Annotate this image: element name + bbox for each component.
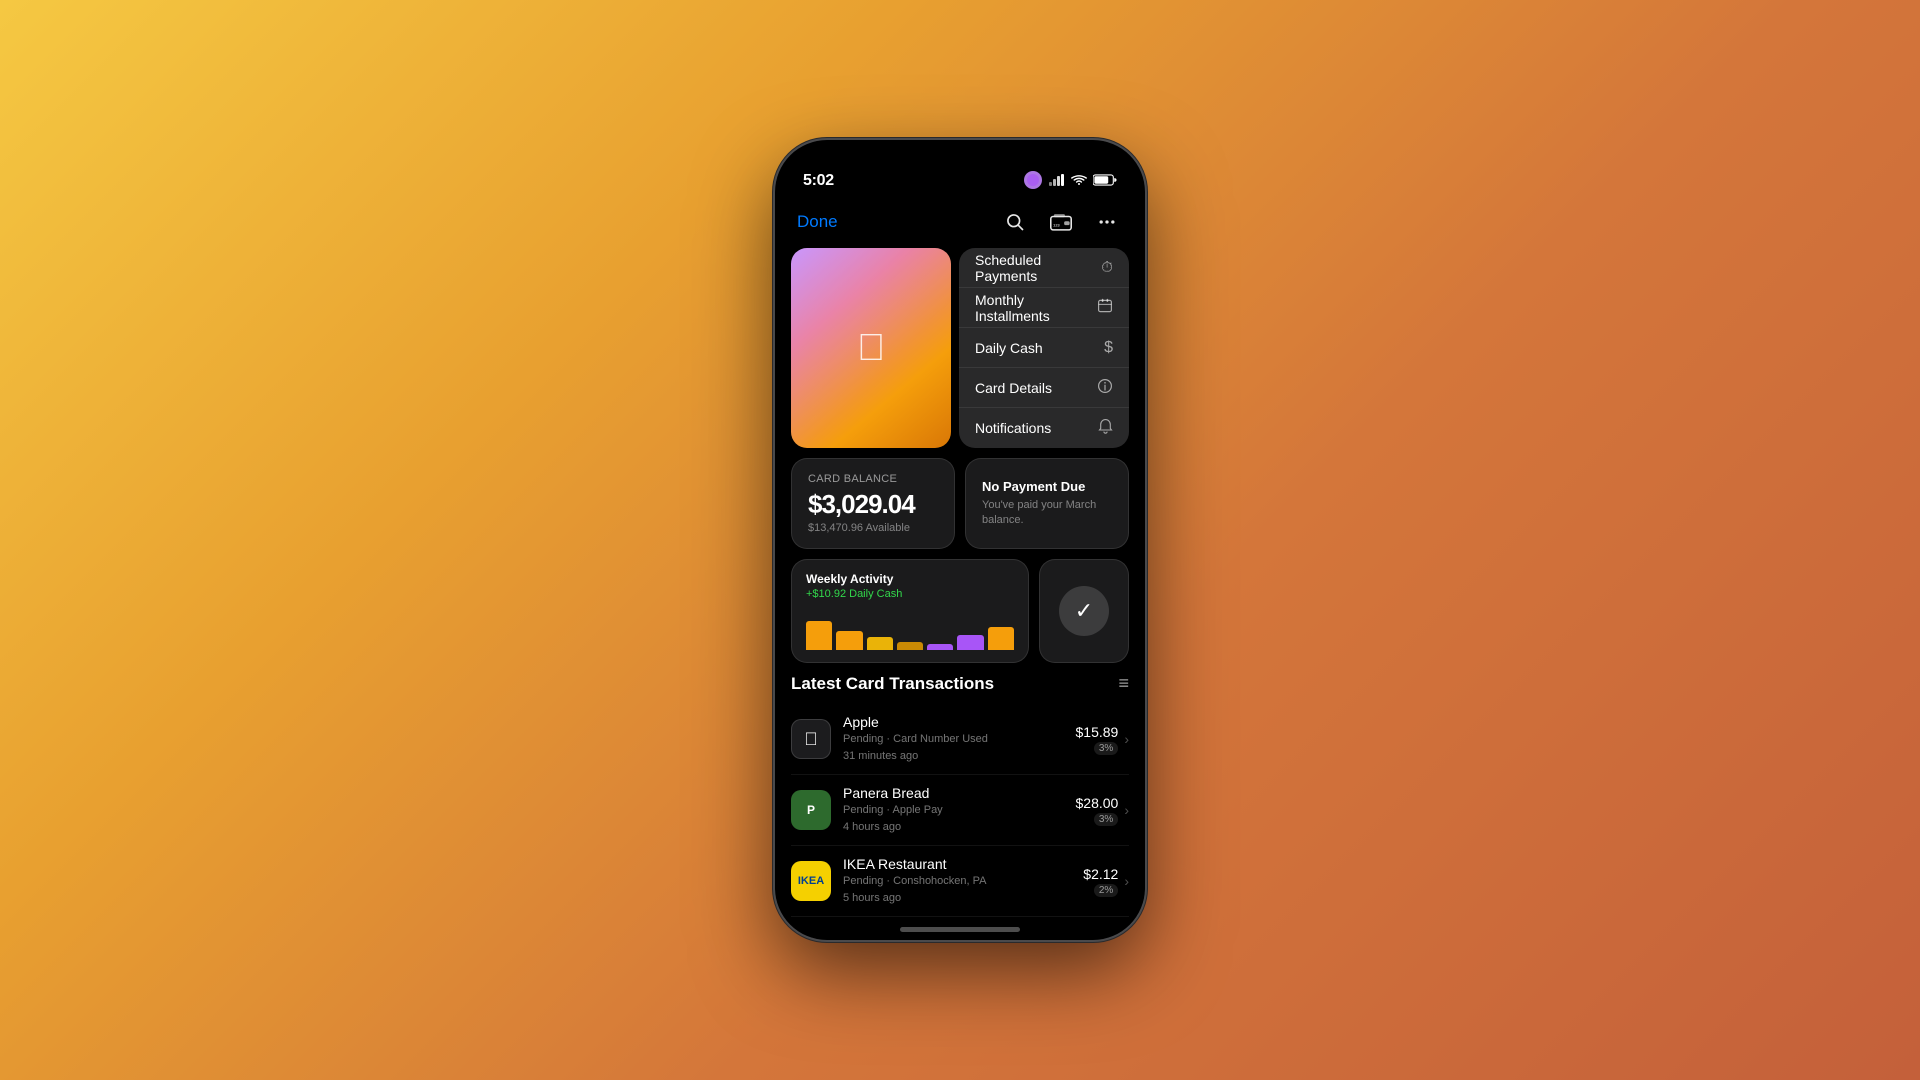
cashback-badge: 3%	[1094, 742, 1118, 755]
card-details-label: Card Details	[975, 380, 1052, 396]
transaction-name: Apple	[843, 714, 1076, 730]
activity-row: Weekly Activity +$10.92 Daily Cash ✓	[791, 559, 1129, 663]
notifications-item[interactable]: Notifications	[959, 408, 1129, 448]
transaction-name: Panera Bread	[843, 785, 1076, 801]
transaction-logo: P	[791, 790, 831, 830]
transaction-status: Pending · Card Number Used	[843, 731, 1076, 748]
ellipsis-icon	[1097, 212, 1117, 232]
card-dropdown-row:  Scheduled Payments ⏱ Monthly Installme…	[791, 248, 1129, 448]
checkmark-icon: ✓	[1075, 598, 1093, 624]
more-button[interactable]	[1091, 206, 1123, 238]
notifications-icon	[1098, 418, 1113, 438]
transaction-info: Panera Bread Pending · Apple Pay 4 hours…	[843, 785, 1076, 835]
monthly-installments-item[interactable]: Monthly Installments	[959, 288, 1129, 328]
chart-bar	[927, 644, 953, 650]
apple-card[interactable]: 	[791, 248, 951, 448]
chevron-right-icon: ›	[1124, 873, 1129, 889]
transaction-right: $15.89 3%	[1076, 724, 1119, 755]
transaction-item[interactable]: IKEA IKEA Restaurant Pending · Conshohoc…	[791, 846, 1129, 917]
balance-row: Card Balance $3,029.04 $13,470.96 Availa…	[791, 458, 1129, 549]
no-payment-subtitle: You've paid your March balance.	[982, 498, 1112, 529]
bar-chart	[806, 608, 1014, 650]
transaction-time: 4 hours ago	[843, 819, 1076, 836]
transaction-info: IKEA Restaurant Pending · Conshohocken, …	[843, 856, 1083, 906]
activity-title: Weekly Activity	[806, 572, 1014, 586]
balance-available: $13,470.96 Available	[808, 522, 938, 534]
transaction-info: Apple Pending · Card Number Used 31 minu…	[843, 714, 1076, 764]
chart-bar	[897, 642, 923, 650]
transaction-right: $2.12 2%	[1083, 866, 1118, 897]
cashback-badge: 3%	[1094, 813, 1118, 826]
home-indicator	[900, 927, 1020, 932]
daily-cash-label: Daily Cash	[975, 340, 1043, 356]
daily-cash-item[interactable]: Daily Cash $	[959, 328, 1129, 368]
transaction-item[interactable]:  Apple Pending · Card Number Used 31 mi…	[791, 704, 1129, 775]
no-payment-title: No Payment Due	[982, 479, 1112, 494]
checkmark-card[interactable]: ✓	[1039, 559, 1129, 663]
nav-icons: 123	[999, 206, 1123, 238]
chart-bar	[988, 627, 1014, 650]
chart-bar	[867, 637, 893, 650]
scheduled-payments-icon: ⏱	[1101, 259, 1113, 276]
apple-logo-on-card: 	[857, 327, 886, 370]
card-details-item[interactable]: Card Details	[959, 368, 1129, 408]
no-payment-card[interactable]: No Payment Due You've paid your March ba…	[965, 458, 1129, 549]
notifications-label: Notifications	[975, 420, 1051, 436]
transaction-amount: $15.89	[1076, 724, 1119, 740]
dropdown-menu: Scheduled Payments ⏱ Monthly Installment…	[959, 248, 1129, 448]
transaction-logo: IKEA	[791, 861, 831, 901]
checkmark-circle: ✓	[1059, 586, 1109, 636]
card-details-icon	[1097, 378, 1113, 398]
signal-icon	[1049, 174, 1065, 186]
transactions-section: Latest Card Transactions ≡  Apple Pendi…	[791, 673, 1129, 917]
filter-icon[interactable]: ≡	[1118, 673, 1129, 694]
transaction-list:  Apple Pending · Card Number Used 31 mi…	[791, 704, 1129, 917]
transaction-amount: $2.12	[1083, 866, 1118, 882]
chevron-right-icon: ›	[1124, 802, 1129, 818]
status-time: 5:02	[803, 172, 834, 190]
chart-bar	[806, 621, 832, 650]
activity-subtitle: +$10.92 Daily Cash	[806, 588, 1014, 600]
status-icons	[1023, 170, 1117, 190]
monthly-installments-label: Monthly Installments	[975, 292, 1097, 324]
weekly-activity-card[interactable]: Weekly Activity +$10.92 Daily Cash	[791, 559, 1029, 663]
search-button[interactable]	[999, 206, 1031, 238]
monthly-installments-icon	[1097, 298, 1113, 318]
transaction-time: 31 minutes ago	[843, 748, 1076, 765]
wallet-button[interactable]: 123	[1045, 206, 1077, 238]
balance-amount: $3,029.04	[808, 489, 938, 520]
chart-bar	[836, 631, 862, 650]
transactions-header: Latest Card Transactions ≡	[791, 673, 1129, 694]
transaction-logo: 	[791, 719, 831, 759]
transaction-status: Pending · Conshohocken, PA	[843, 873, 1083, 890]
chevron-right-icon: ›	[1124, 731, 1129, 747]
memoji-icon	[1023, 170, 1043, 190]
balance-card[interactable]: Card Balance $3,029.04 $13,470.96 Availa…	[791, 458, 955, 549]
transaction-name: IKEA Restaurant	[843, 856, 1083, 872]
transaction-time: 5 hours ago	[843, 890, 1083, 907]
battery-icon	[1093, 174, 1117, 186]
done-button[interactable]: Done	[797, 212, 838, 232]
transaction-item[interactable]: P Panera Bread Pending · Apple Pay 4 hou…	[791, 775, 1129, 846]
phone-shell: 5:02	[775, 140, 1145, 940]
svg-text:123: 123	[1053, 223, 1060, 228]
transactions-title: Latest Card Transactions	[791, 674, 994, 694]
nav-bar: Done 123	[775, 198, 1145, 248]
cashback-badge: 2%	[1094, 884, 1118, 897]
wallet-icon: 123	[1050, 212, 1072, 232]
dynamic-island	[900, 152, 1020, 186]
scheduled-payments-item[interactable]: Scheduled Payments ⏱	[959, 248, 1129, 288]
search-icon	[1005, 212, 1025, 232]
chart-bar	[957, 635, 983, 650]
transaction-status: Pending · Apple Pay	[843, 802, 1076, 819]
scheduled-payments-label: Scheduled Payments	[975, 252, 1101, 284]
wifi-icon	[1071, 174, 1087, 186]
transaction-right: $28.00 3%	[1076, 795, 1119, 826]
transaction-amount: $28.00	[1076, 795, 1119, 811]
main-content:  Scheduled Payments ⏱ Monthly Installme…	[775, 248, 1145, 940]
daily-cash-icon: $	[1104, 339, 1113, 357]
screen: 5:02	[775, 140, 1145, 940]
balance-label: Card Balance	[808, 473, 938, 485]
